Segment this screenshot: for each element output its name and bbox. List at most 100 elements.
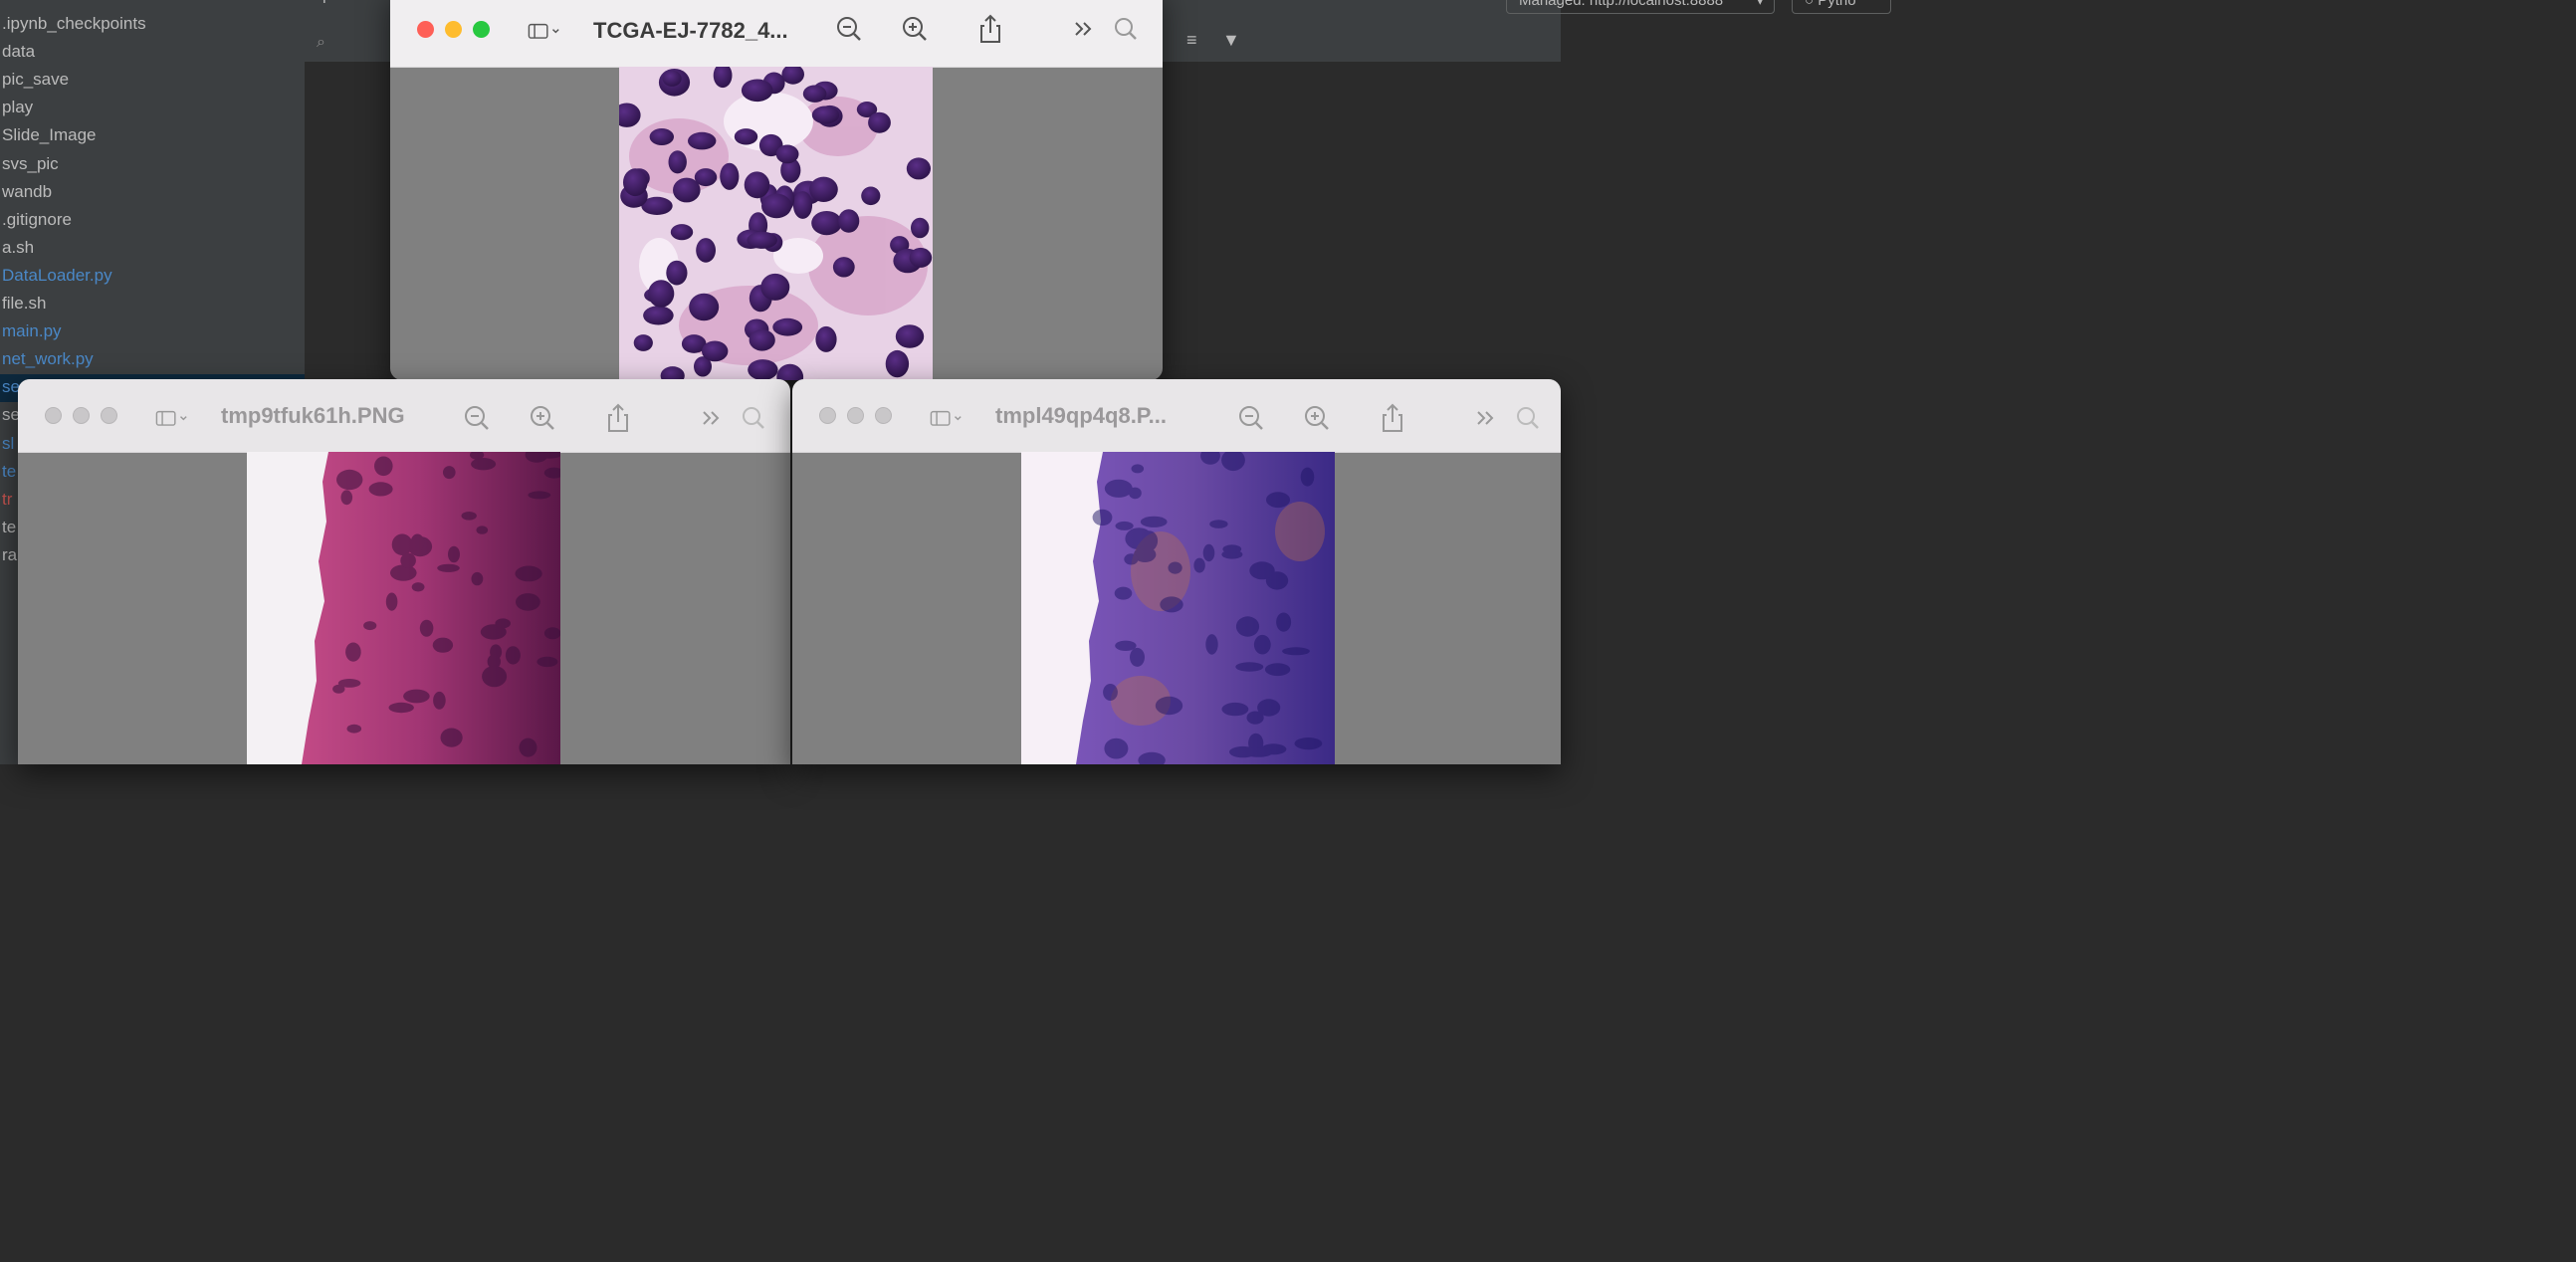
file-tree-item[interactable]: wandb: [2, 181, 52, 203]
file-tree-item[interactable]: .gitignore: [2, 209, 72, 231]
file-tree-item[interactable]: file.sh: [2, 293, 46, 315]
more-tools-icon[interactable]: [1469, 401, 1503, 435]
minimize-button[interactable]: [847, 407, 864, 424]
file-tree-item[interactable]: main.py: [2, 320, 62, 342]
sidebar-toggle-icon[interactable]: [155, 401, 203, 435]
minimize-button[interactable]: [73, 407, 90, 424]
cell-nucleus: [1276, 612, 1292, 632]
zoom-in-icon[interactable]: [526, 401, 559, 435]
cell-nucleus: [802, 85, 827, 103]
file-tree-item[interactable]: DataLoader.py: [2, 265, 112, 287]
sidebar-toggle-icon[interactable]: [930, 401, 977, 435]
cell-nucleus: [809, 176, 838, 202]
zoom-out-icon[interactable]: [1234, 401, 1268, 435]
cell-nucleus: [1294, 737, 1323, 750]
cell-nucleus: [668, 150, 687, 174]
file-tree-item[interactable]: net_work.py: [2, 348, 94, 370]
cell-nucleus: [1131, 464, 1145, 474]
zoom-in-icon[interactable]: [898, 12, 932, 46]
cell-nucleus: [1124, 553, 1139, 565]
cell-nucleus: [861, 186, 881, 206]
cell-nucleus: [448, 545, 460, 563]
search-icon[interactable]: [1109, 12, 1143, 46]
kernel-selector[interactable]: Managed: http://localhost:8888 ▾: [1506, 0, 1775, 14]
cell-nucleus: [1104, 479, 1133, 498]
search-icon[interactable]: [737, 401, 770, 435]
cell-nucleus: [403, 689, 430, 704]
cell-nucleus: [666, 260, 688, 286]
cell-nucleus: [443, 466, 456, 480]
cell-nucleus: [432, 637, 454, 653]
file-tree-item[interactable]: tr: [2, 489, 12, 511]
sort-lines-icon[interactable]: ≡: [1186, 30, 1197, 51]
zoom-button[interactable]: [473, 21, 490, 38]
file-tree-item[interactable]: .ipynb_checkpoints: [2, 13, 146, 35]
add-icon[interactable]: +: [319, 0, 330, 11]
zoom-button[interactable]: [101, 407, 117, 424]
cell-nucleus: [815, 325, 837, 352]
search-icon[interactable]: [1511, 401, 1545, 435]
file-tree-item[interactable]: ra: [2, 544, 17, 566]
close-button[interactable]: [45, 407, 62, 424]
python-interpreter-selector[interactable]: ○ Pytho: [1792, 0, 1891, 14]
file-tree-item[interactable]: svs_pic: [2, 153, 59, 175]
share-icon[interactable]: [1376, 401, 1409, 435]
cell-nucleus: [411, 582, 425, 592]
share-icon[interactable]: [973, 12, 1007, 46]
window-titlebar: tmpl49qp4q8.P...: [792, 379, 1561, 453]
python-label: Pytho: [1818, 0, 1856, 9]
cell-nucleus: [346, 724, 362, 734]
share-icon[interactable]: [601, 401, 635, 435]
cell-nucleus: [1300, 467, 1315, 487]
close-button[interactable]: [819, 407, 836, 424]
file-tree-item[interactable]: te: [2, 461, 16, 483]
cell-nucleus: [419, 619, 434, 637]
filter-icon[interactable]: ▼: [1222, 30, 1240, 51]
cell-nucleus: [1125, 527, 1153, 550]
close-button[interactable]: [417, 21, 434, 38]
cell-nucleus: [734, 128, 758, 145]
file-tree-item[interactable]: te: [2, 517, 16, 538]
zoom-button[interactable]: [875, 407, 892, 424]
cell-nucleus: [748, 359, 778, 380]
cell-nucleus: [1155, 696, 1183, 716]
cell-nucleus: [662, 70, 682, 87]
cell-nucleus: [895, 324, 925, 348]
cell-nucleus: [747, 231, 777, 249]
cell-nucleus: [1249, 561, 1275, 580]
cell-nucleus: [720, 162, 740, 190]
cell-nucleus: [1168, 561, 1182, 574]
more-tools-icon[interactable]: [1067, 12, 1101, 46]
zoom-out-icon[interactable]: [460, 401, 494, 435]
cell-nucleus: [1209, 520, 1228, 528]
cell-nucleus: [400, 552, 416, 568]
chevron-down-icon: ▾: [1756, 0, 1764, 9]
window-title: TCGA-EJ-7782_4...: [593, 18, 788, 43]
cell-nucleus: [519, 737, 537, 757]
cell-nucleus: [832, 257, 855, 278]
cell-nucleus: [1221, 702, 1249, 717]
cell-nucleus: [694, 168, 718, 187]
minimize-button[interactable]: [445, 21, 462, 38]
file-tree-item[interactable]: play: [2, 97, 33, 118]
sidebar-toggle-icon[interactable]: [528, 14, 575, 48]
file-tree-item[interactable]: sl: [2, 433, 14, 455]
cell-nucleus: [688, 131, 717, 150]
cell-nucleus: [1193, 557, 1205, 573]
cell-nucleus: [505, 646, 521, 665]
search-icon[interactable]: ⌕: [317, 34, 325, 52]
file-tree-item[interactable]: a.sh: [2, 237, 34, 259]
cell-nucleus: [1103, 684, 1118, 701]
more-tools-icon[interactable]: [695, 401, 729, 435]
file-tree-item[interactable]: Slide_Image: [2, 124, 97, 146]
cell-nucleus: [1264, 663, 1291, 677]
cell-nucleus: [410, 533, 425, 551]
file-tree-item[interactable]: data: [2, 41, 35, 63]
cell-nucleus: [476, 526, 489, 534]
cell-nucleus: [1104, 737, 1129, 759]
cell-nucleus: [838, 209, 860, 233]
file-tree-item[interactable]: pic_save: [2, 69, 69, 91]
zoom-out-icon[interactable]: [832, 12, 866, 46]
zoom-in-icon[interactable]: [1300, 401, 1334, 435]
window-title: tmpl49qp4q8.P...: [995, 403, 1167, 428]
